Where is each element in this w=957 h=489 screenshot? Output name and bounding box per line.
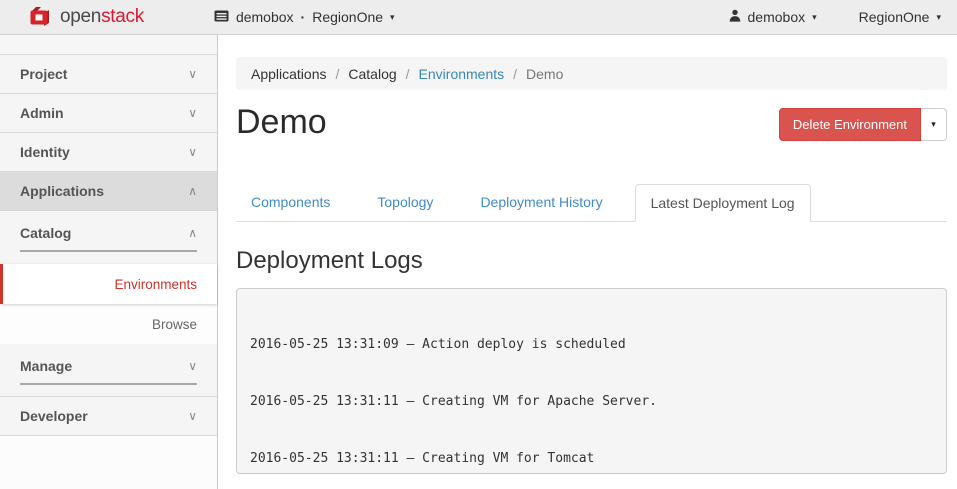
chevron-down-icon: ∨ <box>188 359 197 373</box>
sidebar-item-identity[interactable]: Identity ∨ <box>0 133 217 172</box>
sidebar-item-admin[interactable]: Admin ∨ <box>0 94 217 133</box>
openstack-dashboard: openstack demobox · RegionOne ▾ <box>0 0 957 489</box>
tab-latest-deployment-log[interactable]: Latest Deployment Log <box>635 184 811 222</box>
context-separator: · <box>301 9 306 25</box>
group-underline <box>20 383 197 385</box>
log-text: 2016-05-25 13:31:11 — Creating VM for To… <box>250 451 594 466</box>
sidebar-item-label: Project <box>20 66 67 82</box>
deployment-log-output: 2016-05-25 13:31:09 — Action deploy is s… <box>236 288 947 474</box>
navbar-right: demobox ▾ RegionOne ▾ <box>729 9 941 25</box>
sidebar-item-browse[interactable]: Browse <box>0 304 217 344</box>
sidebar-item-developer[interactable]: Developer ∨ <box>0 397 217 436</box>
caret-down-icon: ▾ <box>390 13 395 22</box>
sidebar-item-label: Identity <box>20 144 70 160</box>
sidebar-item-label: Applications <box>20 183 104 199</box>
sidebar-item-label: Browse <box>152 317 197 332</box>
user-menu-label: demobox <box>748 9 806 25</box>
log-line: 2016-05-25 13:31:11 — Creating VM for To… <box>250 449 933 468</box>
main-layout: Project ∨ Admin ∨ Identity ∨ Application… <box>0 35 957 489</box>
sidebar: Project ∨ Admin ∨ Identity ∨ Application… <box>0 35 218 489</box>
page-title: Demo <box>236 102 327 143</box>
chevron-down-icon: ∨ <box>188 145 197 159</box>
sidebar-item-label: Admin <box>20 105 64 121</box>
sidebar-item-label: Developer <box>20 408 88 424</box>
region-menu[interactable]: RegionOne ▾ <box>859 9 941 25</box>
breadcrumb-item-catalog: Catalog <box>348 66 396 82</box>
openstack-logo-icon <box>28 4 53 30</box>
breadcrumb-separator: / <box>397 66 419 82</box>
tab-topology[interactable]: Topology <box>362 184 448 222</box>
chevron-up-icon: ∧ <box>188 226 197 240</box>
caret-down-icon: ▾ <box>812 13 817 22</box>
sidebar-item-label: Environments <box>114 277 197 292</box>
project-window-icon <box>214 9 229 25</box>
breadcrumb-item-demo: Demo <box>526 66 563 82</box>
breadcrumb-item-environments[interactable]: Environments <box>419 66 505 82</box>
top-navbar: openstack demobox · RegionOne ▾ <box>0 0 957 35</box>
page-header: Demo Delete Environment ▾ <box>236 102 947 158</box>
log-text: 2016-05-25 13:31:11 — Creating VM for Ap… <box>250 394 657 409</box>
chevron-down-icon: ∨ <box>188 67 197 81</box>
content-area: Applications / Catalog / Environments / … <box>218 35 957 489</box>
breadcrumb: Applications / Catalog / Environments / … <box>236 57 947 90</box>
tab-components[interactable]: Components <box>236 184 345 222</box>
chevron-down-icon: ∨ <box>188 106 197 120</box>
log-line: 2016-05-25 13:31:11 — Creating VM for Ap… <box>250 392 933 411</box>
sidebar-item-environments[interactable]: Environments <box>0 264 217 304</box>
sidebar-group-catalog[interactable]: Catalog ∧ <box>0 211 217 264</box>
chevron-down-icon: ∨ <box>188 409 197 423</box>
openstack-logo[interactable]: openstack <box>28 4 144 30</box>
deployment-logs-heading: Deployment Logs <box>236 247 947 275</box>
breadcrumb-separator: / <box>504 66 526 82</box>
breadcrumb-separator: / <box>327 66 349 82</box>
caret-down-icon: ▾ <box>936 13 941 22</box>
caret-down-icon: ▾ <box>931 120 936 129</box>
user-menu[interactable]: demobox ▾ <box>729 9 817 25</box>
sidebar-item-project[interactable]: Project ∨ <box>0 55 217 94</box>
log-text: 2016-05-25 13:31:09 — Action deploy is s… <box>250 337 626 352</box>
sidebar-item-applications[interactable]: Applications ∧ <box>0 172 217 211</box>
sidebar-group-label: Catalog <box>20 225 71 241</box>
delete-environment-button[interactable]: Delete Environment <box>779 108 921 141</box>
brand-wordmark: openstack <box>60 6 144 28</box>
sidebar-group-label: Manage <box>20 358 72 374</box>
user-icon <box>729 9 741 25</box>
sidebar-group-manage[interactable]: Manage ∨ <box>0 344 217 397</box>
context-project-name: demobox <box>236 9 294 25</box>
region-menu-label: RegionOne <box>859 9 930 25</box>
tab-deployment-history[interactable]: Deployment History <box>465 184 617 222</box>
sidebar-top-strip <box>0 35 217 55</box>
breadcrumb-item-applications: Applications <box>251 66 327 82</box>
group-underline <box>20 250 197 252</box>
delete-button-group: Delete Environment ▾ <box>779 108 947 141</box>
log-line: 2016-05-25 13:31:09 — Action deploy is s… <box>250 335 933 354</box>
project-region-switcher[interactable]: demobox · RegionOne ▾ <box>214 9 395 25</box>
tab-bar: Components Topology Deployment History L… <box>236 184 947 222</box>
context-region-name: RegionOne <box>312 9 383 25</box>
chevron-up-icon: ∧ <box>188 184 197 198</box>
delete-dropdown-toggle[interactable]: ▾ <box>921 108 947 141</box>
